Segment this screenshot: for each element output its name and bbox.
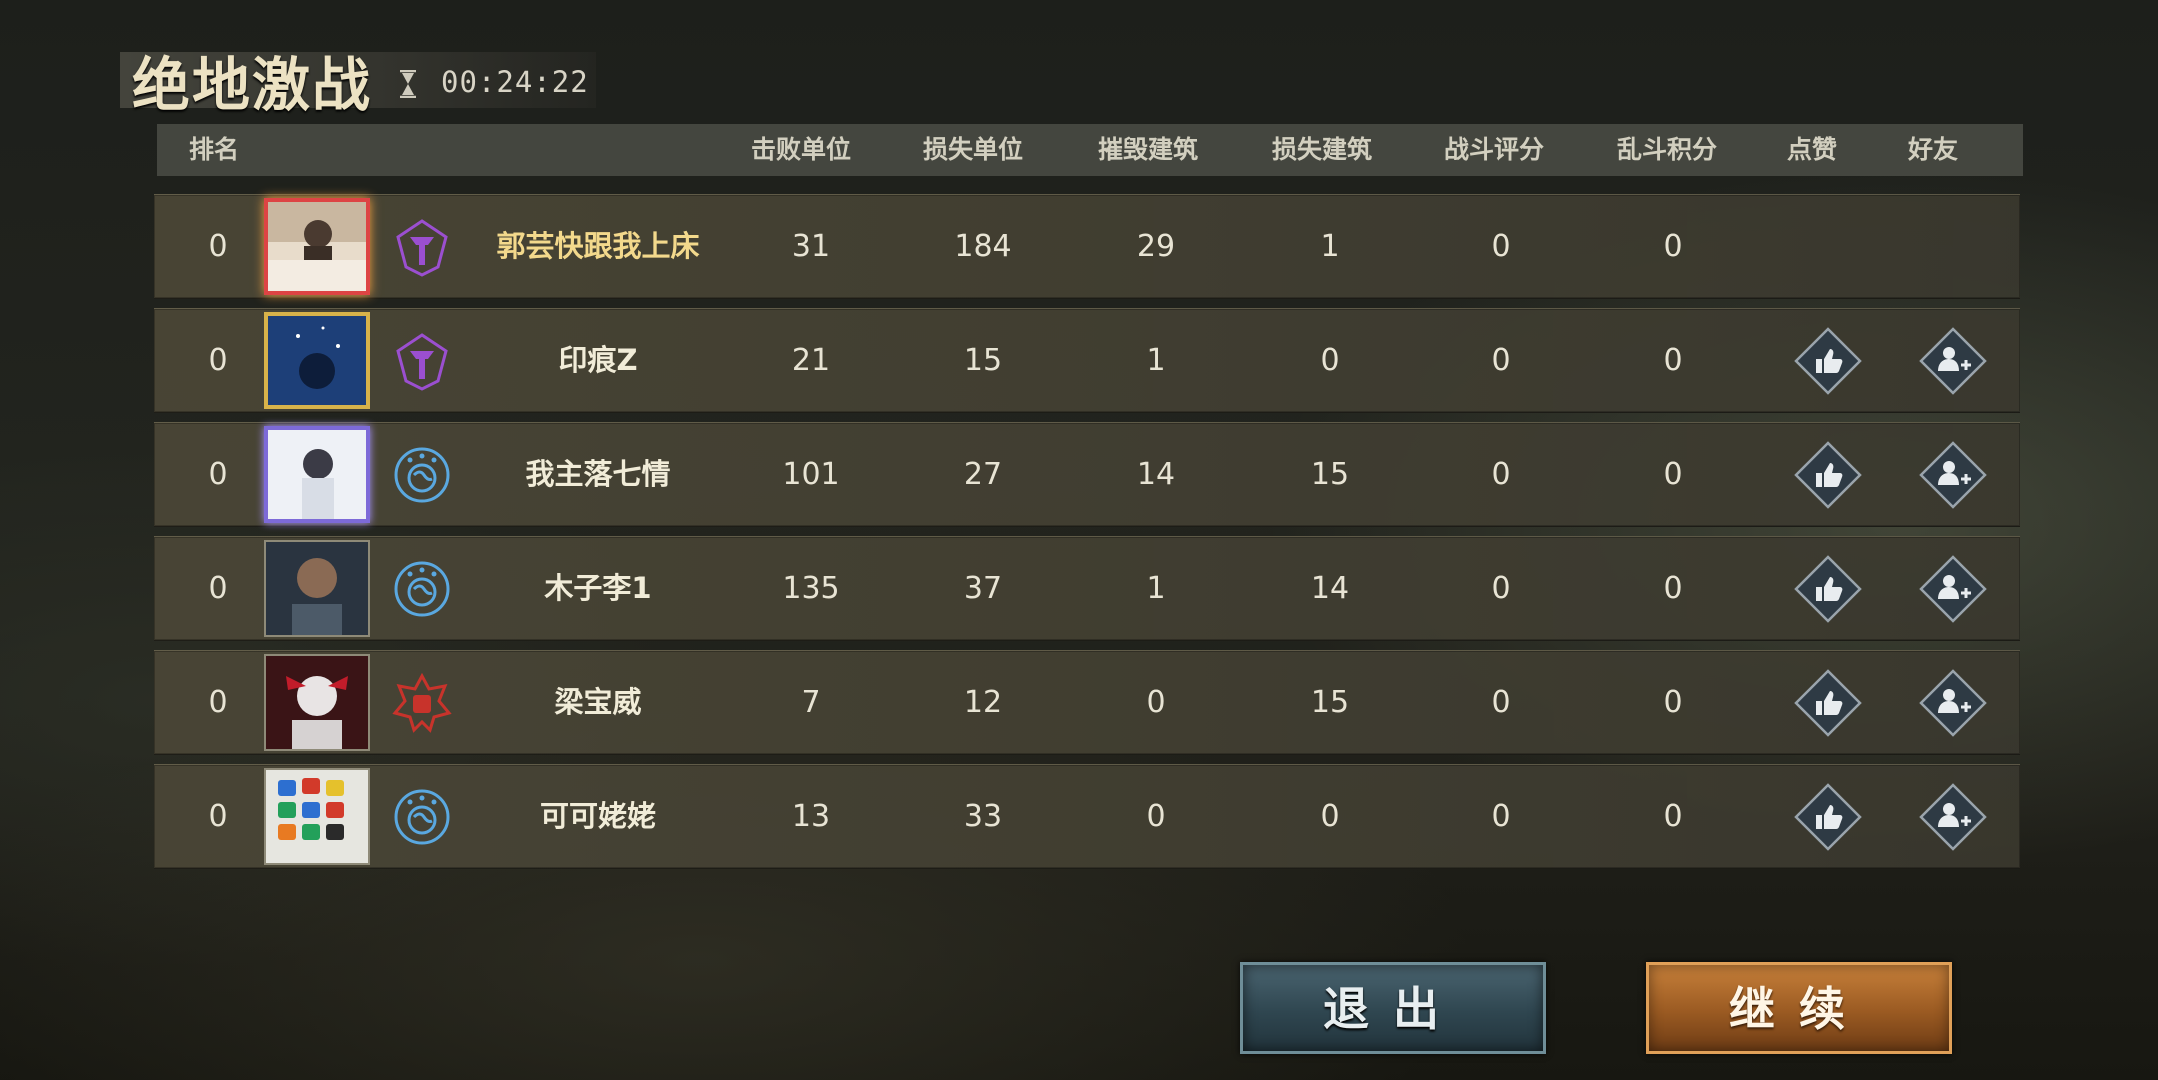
brawl-points-cell: 0	[1663, 457, 1683, 492]
combat-score-cell: 0	[1491, 343, 1511, 378]
destroyed-buildings-cell: 0	[1146, 685, 1166, 720]
brawl-points-cell: 0	[1663, 571, 1683, 606]
add-friend-button[interactable]	[1919, 327, 1987, 395]
lost-buildings-cell: 0	[1320, 343, 1340, 378]
player-row: 0 郭芸快跟我上床 31 184 29 1 0 0	[154, 194, 2020, 299]
purple-faction-icon	[396, 219, 448, 277]
player-name: 我主落七情	[525, 457, 671, 491]
brawl-points-cell: 0	[1663, 799, 1683, 834]
table-header: 排名 击败单位 损失单位 摧毁建筑 损失建筑 战斗评分 乱斗积分 点赞 好友	[157, 124, 2023, 176]
lost-buildings-cell: 0	[1320, 799, 1340, 834]
header-combat-score: 战斗评分	[1443, 135, 1545, 164]
brawl-points-cell: 0	[1663, 343, 1683, 378]
defeated-units-cell: 13	[791, 799, 831, 834]
defeated-units-cell: 101	[782, 457, 840, 492]
player-row: 0 梁宝威 7 12 0 15 0 0	[154, 650, 2020, 755]
header-lost-buildings: 损失建筑	[1271, 135, 1373, 164]
avatar[interactable]	[264, 654, 370, 751]
like-button[interactable]	[1794, 555, 1862, 623]
avatar[interactable]	[264, 426, 370, 523]
header-like: 点赞	[1786, 135, 1838, 164]
brawl-points-cell: 0	[1663, 685, 1683, 720]
mode-title: 绝地激战	[132, 51, 373, 119]
player-row: 0 印痕Z 21 15 1 0 0 0	[154, 308, 2020, 413]
purple-faction-icon	[396, 333, 448, 391]
header-lost-units: 损失单位	[922, 135, 1024, 164]
match-timer: 00:24:22	[441, 65, 589, 99]
battle-results-screen: 绝地激战 00:24:22 排名 击败单位 损失单位 摧毁建筑 损失建筑 战斗评…	[0, 0, 2158, 1080]
lost-buildings-cell: 15	[1310, 685, 1350, 720]
player-row: 0 我主落七情 101 27 14 15 0 0	[154, 422, 2020, 527]
defeated-units-cell: 7	[801, 685, 821, 720]
like-button[interactable]	[1794, 327, 1862, 395]
add-friend-button[interactable]	[1919, 783, 1987, 851]
continue-button[interactable]: 继续	[1646, 962, 1952, 1054]
combat-score-cell: 0	[1491, 685, 1511, 720]
like-button[interactable]	[1794, 669, 1862, 737]
combat-score-cell: 0	[1491, 799, 1511, 834]
add-friend-button[interactable]	[1919, 555, 1987, 623]
fist-faction-icon	[392, 673, 452, 733]
destroyed-buildings-cell: 29	[1136, 229, 1176, 264]
header-brawl-points: 乱斗积分	[1616, 135, 1718, 164]
rank-cell: 0	[208, 343, 228, 378]
destroyed-buildings-cell: 14	[1136, 457, 1176, 492]
defeated-units-cell: 31	[791, 229, 831, 264]
header-defeated-units: 击败单位	[750, 135, 852, 164]
avatar[interactable]	[264, 768, 370, 865]
lost-units-cell: 12	[963, 685, 1003, 720]
avatar[interactable]	[264, 198, 370, 295]
lost-units-cell: 15	[963, 343, 1003, 378]
rank-cell: 0	[208, 457, 228, 492]
rank-cell: 0	[208, 799, 228, 834]
header-friend: 好友	[1907, 135, 1959, 164]
player-name: 郭芸快跟我上床	[496, 229, 700, 263]
header-rank: 排名	[188, 135, 240, 164]
player-name: 木子李1	[544, 571, 652, 605]
brawl-points-cell: 0	[1663, 229, 1683, 264]
lost-units-cell: 27	[963, 457, 1003, 492]
lost-units-cell: 184	[954, 229, 1012, 264]
rank-cell: 0	[208, 685, 228, 720]
hourglass-icon	[400, 70, 416, 98]
defeated-units-cell: 21	[791, 343, 831, 378]
combat-score-cell: 0	[1491, 571, 1511, 606]
lost-buildings-cell: 14	[1310, 571, 1350, 606]
add-friend-button[interactable]	[1919, 441, 1987, 509]
destroyed-buildings-cell: 1	[1146, 571, 1166, 606]
lost-buildings-cell: 1	[1320, 229, 1340, 264]
defeated-units-cell: 135	[782, 571, 840, 606]
player-name: 可可姥姥	[539, 799, 657, 833]
like-button[interactable]	[1794, 441, 1862, 509]
combat-score-cell: 0	[1491, 457, 1511, 492]
globe-faction-icon	[394, 447, 450, 503]
destroyed-buildings-cell: 0	[1146, 799, 1166, 834]
avatar[interactable]	[264, 312, 370, 409]
header-destroyed-buildings: 摧毁建筑	[1097, 135, 1199, 164]
lost-units-cell: 33	[963, 799, 1003, 834]
player-row: 0 木子李1 135 37 1 14 0 0	[154, 536, 2020, 641]
globe-faction-icon	[394, 561, 450, 617]
destroyed-buildings-cell: 1	[1146, 343, 1166, 378]
player-name: 印痕Z	[558, 343, 638, 377]
like-button[interactable]	[1794, 783, 1862, 851]
rank-cell: 0	[208, 229, 228, 264]
add-friend-button[interactable]	[1919, 669, 1987, 737]
player-name: 梁宝威	[554, 685, 642, 719]
lost-buildings-cell: 15	[1310, 457, 1350, 492]
globe-faction-icon	[394, 789, 450, 845]
exit-button[interactable]: 退出	[1240, 962, 1546, 1054]
combat-score-cell: 0	[1491, 229, 1511, 264]
avatar[interactable]	[264, 540, 370, 637]
player-row: 0 可可姥姥 13 33 0 0 0 0	[154, 764, 2020, 869]
rank-cell: 0	[208, 571, 228, 606]
lost-units-cell: 37	[963, 571, 1003, 606]
